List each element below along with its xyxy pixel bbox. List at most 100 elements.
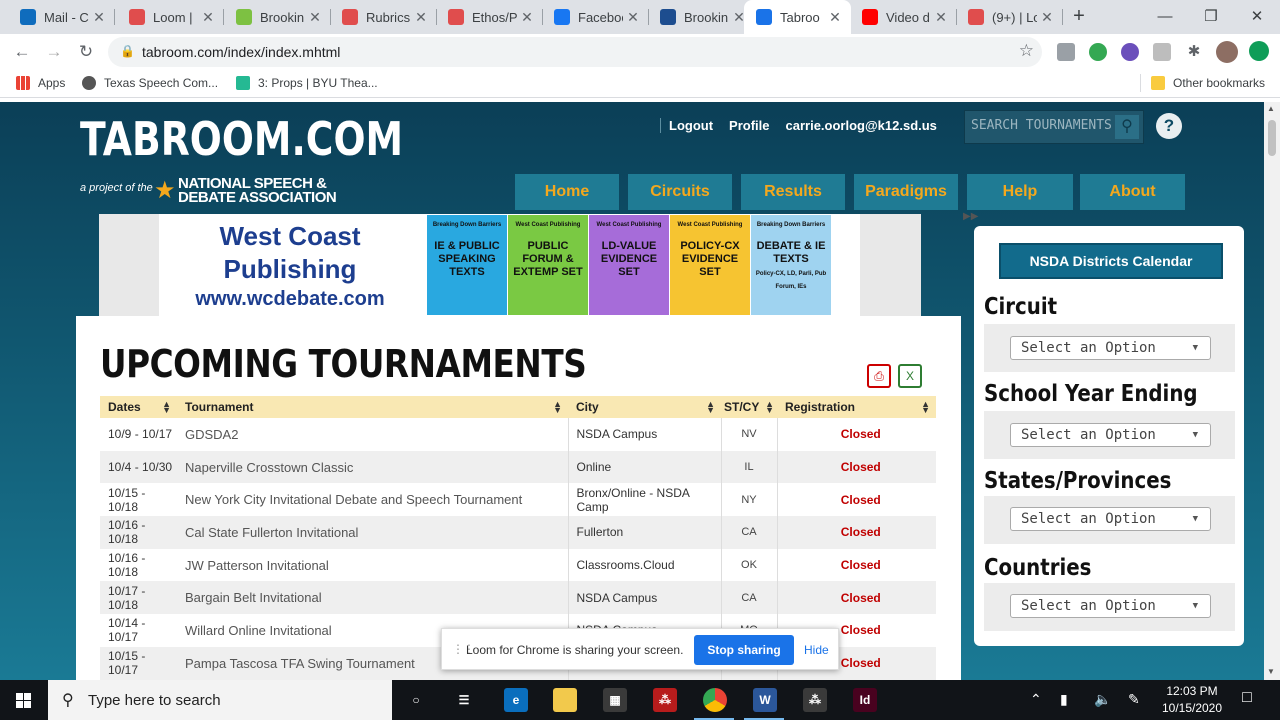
restore-window-button[interactable]: ❐ [1188,0,1234,32]
hide-link[interactable]: Hide [804,643,829,657]
profile-avatar-icon[interactable] [1216,41,1238,63]
browser-tab[interactable]: Mail - C ✕ [8,0,115,34]
countries-select[interactable]: Select an Option ▼ [1010,594,1211,618]
column-header-city[interactable]: City ▲ ▼ [568,396,721,418]
browser-tab[interactable]: Ethos/P ✕ [436,0,543,34]
cell-tournament-name[interactable]: GDSDA2 [177,418,568,451]
close-tab-icon[interactable]: ✕ [623,9,643,26]
browser-tab[interactable]: Brookin ✕ [648,0,755,34]
close-tab-icon[interactable]: ✕ [931,9,951,26]
back-icon[interactable]: ← [11,41,33,63]
cell-tournament-name[interactable]: JW Patterson Invitational [177,548,568,582]
browser-tab[interactable]: Brookin ✕ [224,0,331,34]
system-clock[interactable]: 12:03 PM 10/15/2020 [1160,683,1224,717]
search-icon[interactable]: ⚲ [1115,115,1139,139]
column-header-registration[interactable]: Registration ▲ ▼ [777,396,936,418]
cell-tournament-name[interactable]: Bargain Belt Invitational [177,581,568,615]
update-icon[interactable] [1249,41,1269,61]
table-row[interactable]: 10/17 - 10/18 Bargain Belt Invitational NS… [100,581,936,615]
bookmark-texas-speech[interactable]: Texas Speech Com... [82,76,218,90]
column-header-tournament[interactable]: Tournament ▲ ▼ [177,396,568,418]
show-hidden-icons-icon[interactable]: ⌃ [1030,691,1042,708]
acrobat-reader-icon[interactable]: ⁂ [803,688,827,712]
close-tab-icon[interactable]: ✕ [1037,9,1057,26]
excel-export-icon[interactable]: X [898,364,922,388]
profile-link[interactable]: Profile [721,118,777,133]
other-bookmarks[interactable]: Other bookmarks [1151,76,1265,90]
scroll-up-icon[interactable]: ▲ [1267,104,1275,113]
edge-icon[interactable]: e [504,688,528,712]
extension-color-icon[interactable] [1121,43,1139,61]
battery-icon[interactable]: ▮ [1060,691,1068,708]
scroll-down-icon[interactable]: ▼ [1267,667,1275,676]
table-row[interactable]: 10/15 - 10/18 New York City Invitational … [100,483,936,517]
nsda-districts-calendar-button[interactable]: NSDA Districts Calendar [999,243,1223,279]
file-explorer-icon[interactable] [553,688,577,712]
stop-sharing-button[interactable]: Stop sharing [694,635,794,665]
menu-help[interactable]: Help [967,174,1073,210]
cell-tournament-name[interactable]: Cal State Fullerton Invitational [177,516,568,549]
close-tab-icon[interactable]: ✕ [89,9,109,26]
browser-tab[interactable]: Loom | ✕ [117,0,224,34]
chrome-icon[interactable] [703,688,727,712]
word-icon[interactable]: W [753,688,777,712]
extensions-puzzle-icon[interactable]: ✱ [1183,41,1205,63]
cortana-icon[interactable]: ○ [404,688,428,712]
help-icon[interactable]: ? [1156,113,1182,139]
minimize-window-button[interactable]: — [1142,0,1188,32]
bookmark-byu-props[interactable]: 3: Props | BYU Thea... [236,76,378,90]
drive-icon[interactable] [1057,43,1075,61]
volume-icon[interactable]: 🔈 [1094,691,1111,708]
menu-results[interactable]: Results [741,174,845,210]
store-icon[interactable]: ▦ [603,688,627,712]
collapse-sidebar-icon[interactable]: ▶▶ [963,211,978,222]
cell-tournament-name[interactable]: Naperville Crosstown Classic [177,450,568,484]
start-button[interactable] [0,680,48,720]
acrobat-icon[interactable]: ⁂ [653,688,677,712]
reload-icon[interactable]: ↻ [75,41,97,63]
new-tab-button[interactable]: + [1068,5,1090,27]
close-tab-icon[interactable]: ✕ [825,9,845,26]
account-email-link[interactable]: carrie.oorlog@k12.sd.us [778,118,945,133]
taskbar-search[interactable]: ⚲ Type here to search [48,680,392,720]
forward-icon[interactable]: → [43,41,65,63]
close-tab-icon[interactable]: ✕ [517,9,537,26]
circuit-select[interactable]: Select an Option ▼ [1010,336,1211,360]
task-view-icon[interactable]: ☰ [452,688,476,712]
extension-grey-icon[interactable] [1153,43,1171,61]
browser-tab[interactable]: Rubrics ✕ [330,0,437,34]
extension-green-icon[interactable] [1089,43,1107,61]
notifications-icon[interactable]: □ [1236,689,1258,711]
scrollbar-thumb[interactable] [1268,120,1276,156]
menu-about[interactable]: About [1080,174,1185,210]
table-row[interactable]: 10/16 - 10/18 Cal State Fullerton Invitat… [100,516,936,549]
bookmark-apps[interactable]: Apps [16,76,65,90]
address-url[interactable]: tabroom.com/index/index.mhtml [142,44,340,60]
browser-tab[interactable]: Video d ✕ [850,0,957,34]
close-tab-icon[interactable]: ✕ [411,9,431,26]
browser-tab[interactable]: Faceboo✕ [542,0,649,34]
menu-home[interactable]: Home [515,174,619,210]
browser-tab[interactable]: Tabroo ✕ [744,0,851,34]
cell-tournament-name[interactable]: New York City Invitational Debate and Sp… [177,483,568,517]
column-header-dates[interactable]: Dates ▲ ▼ [100,396,177,418]
close-tab-icon[interactable]: ✕ [198,9,218,26]
table-row[interactable]: 10/9 - 10/17 GDSDA2 NSDA Campus NV Closed [100,418,936,451]
table-row[interactable]: 10/4 - 10/30 Naperville Crosstown Classic… [100,450,936,484]
menu-paradigms[interactable]: Paradigms [854,174,958,210]
address-bar[interactable]: 🔒 tabroom.com/index/index.mhtml ☆ [108,37,1042,67]
close-window-button[interactable]: ✕ [1234,0,1280,32]
nsda-logo-text[interactable]: NATIONAL SPEECH & DEBATE ASSOCIATION [178,176,337,205]
indesign-icon[interactable]: Id [853,688,877,712]
school-year-select[interactable]: Select an Option ▼ [1010,423,1211,447]
bookmark-star-icon[interactable]: ☆ [1019,41,1034,61]
states-select[interactable]: Select an Option ▼ [1010,507,1211,531]
column-header-state[interactable]: ST/CY ▲ ▼ [721,396,777,418]
pen-icon[interactable]: ✎ [1128,691,1140,708]
tabroom-logo[interactable]: TABROOM.COM [80,112,403,166]
table-row[interactable]: 10/16 - 10/18 JW Patterson Invitational Cl… [100,548,936,582]
search-input[interactable] [971,118,1111,133]
print-icon[interactable]: ⎙ [867,364,891,388]
close-tab-icon[interactable]: ✕ [305,9,325,26]
browser-tab[interactable]: (9+) | Lo ✕ [956,0,1063,34]
